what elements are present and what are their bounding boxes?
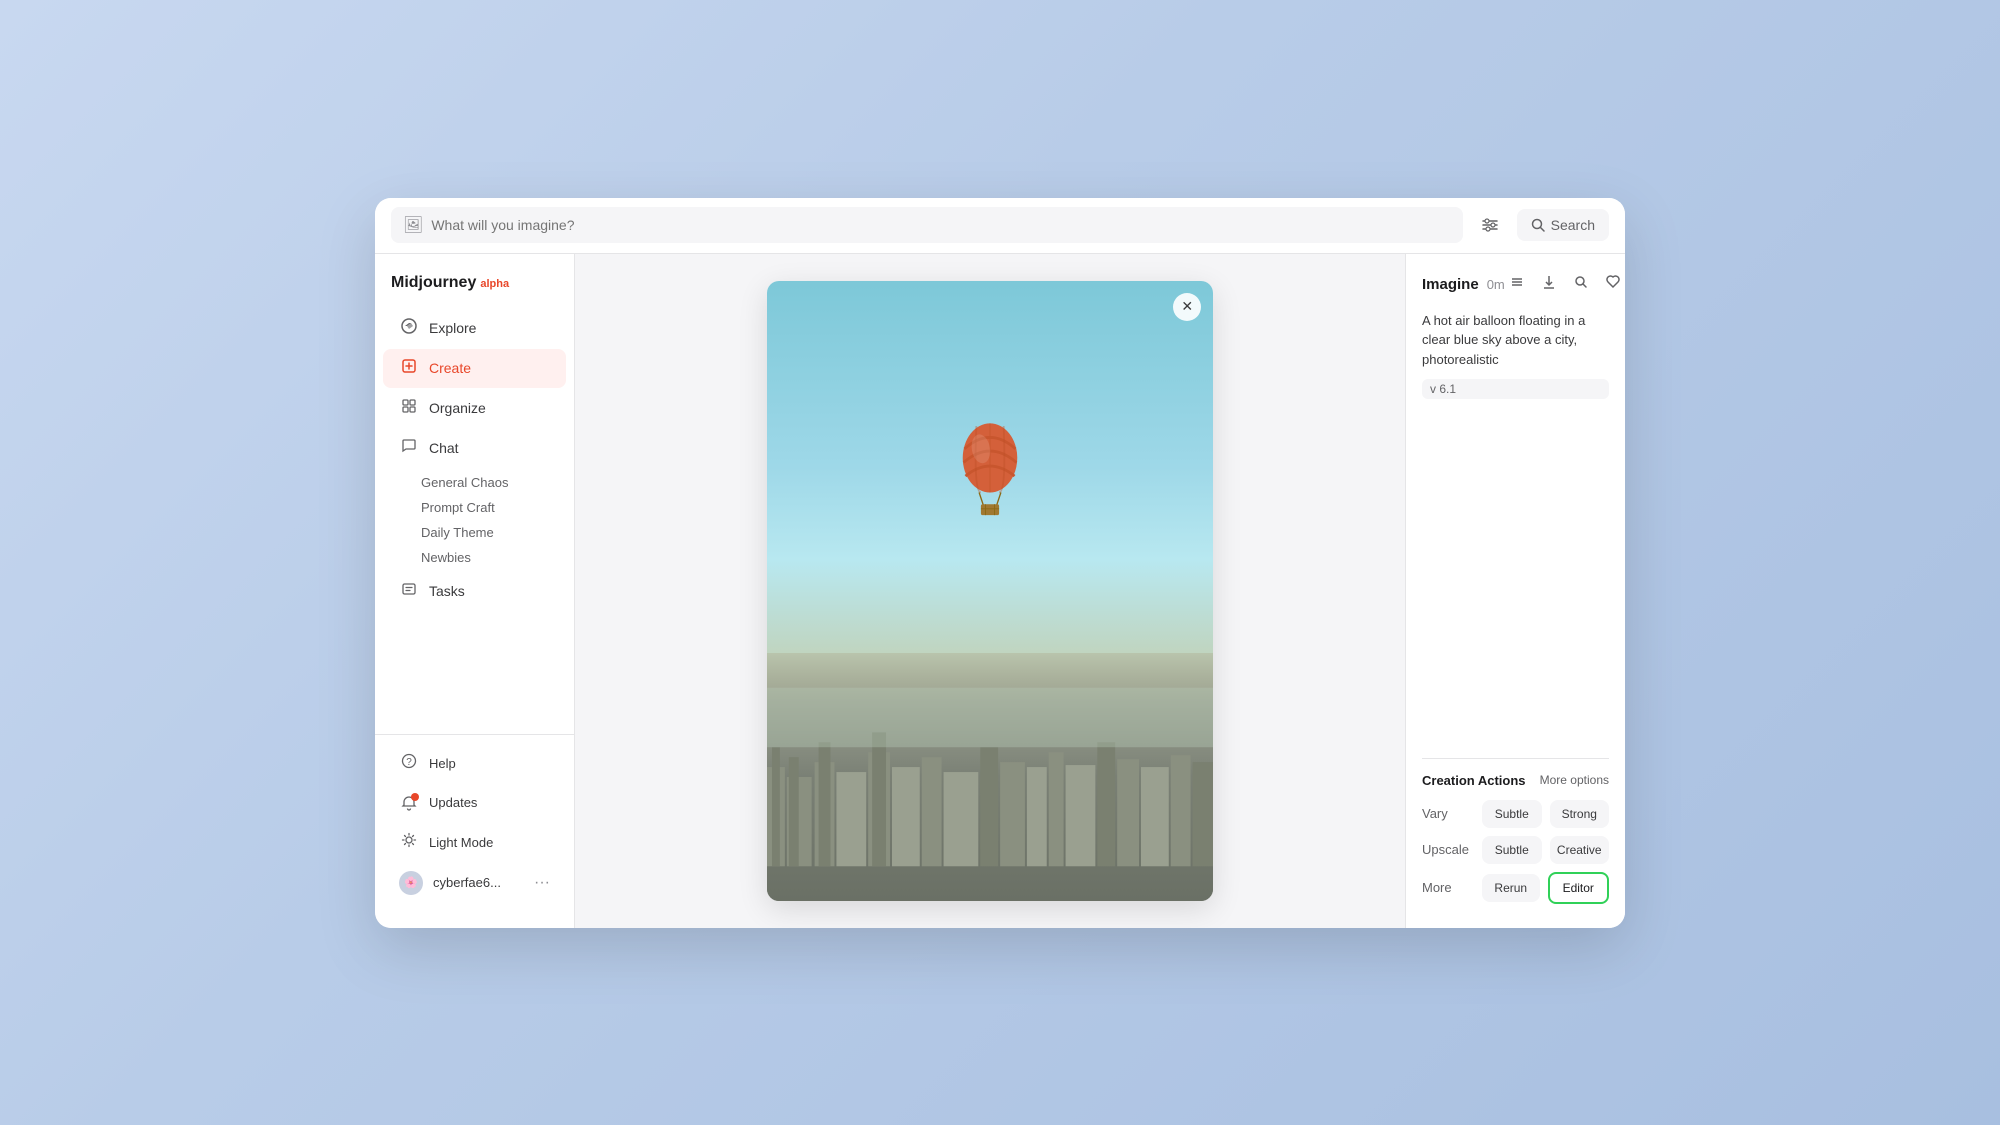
vary-subtle-button[interactable]: Subtle	[1482, 800, 1542, 828]
main-area: ✕	[575, 254, 1625, 928]
search-panel-button[interactable]	[1569, 270, 1593, 299]
panel-time: 0m	[1487, 277, 1505, 292]
create-icon	[399, 358, 419, 379]
sidebar-item-chat[interactable]: Chat	[383, 429, 566, 468]
panel-actions	[1505, 270, 1625, 299]
balloon-image	[767, 281, 1213, 901]
sidebar-item-organize-label: Organize	[429, 400, 486, 416]
sidebar-item-light-mode-label: Light Mode	[429, 835, 493, 850]
sidebar-item-tasks[interactable]: Tasks	[383, 572, 566, 611]
image-icon: 🖼	[403, 215, 423, 235]
user-row[interactable]: 🌸 cyberfae6... ···	[383, 863, 566, 903]
sidebar-item-chat-label: Chat	[429, 440, 459, 456]
body: Midjourney alpha Explore	[375, 254, 1625, 928]
sidebar-item-daily-theme[interactable]: Daily Theme	[411, 520, 566, 545]
version-badge: v 6.1	[1422, 379, 1609, 399]
vary-strong-button[interactable]: Strong	[1550, 800, 1610, 828]
upscale-subtle-button[interactable]: Subtle	[1482, 836, 1542, 864]
notification-dot	[411, 793, 419, 801]
help-icon: ?	[399, 753, 419, 774]
updates-icon-wrap	[399, 793, 419, 813]
header-actions: Search	[1475, 209, 1609, 241]
close-button[interactable]: ✕	[1173, 293, 1201, 321]
city-layer	[767, 653, 1213, 901]
light-mode-icon	[399, 832, 419, 853]
favorite-button[interactable]	[1601, 270, 1625, 299]
creation-actions: Creation Actions More options Vary Subtl…	[1422, 758, 1609, 912]
sidebar-item-light-mode[interactable]: Light Mode	[383, 823, 566, 862]
city-skyline	[767, 653, 1213, 901]
vary-label: Vary	[1422, 806, 1474, 821]
svg-text:?: ?	[406, 757, 412, 768]
prompt-input-wrap[interactable]: 🖼	[391, 207, 1463, 243]
filter-button[interactable]	[1475, 210, 1505, 240]
download-button[interactable]	[1537, 270, 1561, 299]
sidebar-item-updates[interactable]: Updates	[383, 784, 566, 822]
sidebar-item-tasks-label: Tasks	[429, 583, 465, 599]
upscale-row: Upscale Subtle Creative	[1422, 836, 1609, 864]
sidebar-item-create[interactable]: Create	[383, 349, 566, 388]
header: 🖼 Search	[375, 198, 1625, 254]
more-options-button[interactable]: More options	[1540, 773, 1609, 787]
vary-row: Vary Subtle Strong	[1422, 800, 1609, 828]
more-label: More	[1422, 880, 1474, 895]
sidebar-nav: Explore Create	[375, 308, 574, 726]
editor-button[interactable]: Editor	[1548, 872, 1610, 904]
list-view-button[interactable]	[1505, 270, 1529, 299]
sidebar-bottom: ? Help Updates	[375, 734, 574, 912]
compass-icon	[399, 318, 419, 339]
sidebar-item-newbies[interactable]: Newbies	[411, 545, 566, 570]
sidebar-item-updates-label: Updates	[429, 795, 477, 810]
sidebar: Midjourney alpha Explore	[375, 254, 575, 928]
sidebar-item-general-chaos[interactable]: General Chaos	[411, 470, 566, 495]
upscale-creative-button[interactable]: Creative	[1550, 836, 1610, 864]
right-panel: Imagine 0m	[1405, 254, 1625, 928]
more-row: More Rerun Editor	[1422, 872, 1609, 904]
chat-icon	[399, 438, 419, 459]
sidebar-item-explore[interactable]: Explore	[383, 309, 566, 348]
user-more-icon[interactable]: ···	[534, 874, 550, 892]
panel-spacer	[1422, 415, 1609, 758]
image-area: ✕	[575, 254, 1405, 928]
username: cyberfae6...	[433, 875, 524, 890]
prompt-input[interactable]	[431, 217, 1450, 233]
sidebar-item-create-label: Create	[429, 360, 471, 376]
search-label: Search	[1551, 217, 1595, 233]
panel-description: A hot air balloon floating in a clear bl…	[1422, 311, 1609, 370]
panel-header: Imagine 0m	[1422, 270, 1609, 299]
avatar: 🌸	[399, 871, 423, 895]
logo: Midjourney alpha	[375, 270, 574, 308]
sidebar-item-explore-label: Explore	[429, 320, 476, 336]
logo-alpha: alpha	[480, 278, 509, 290]
tasks-icon	[399, 581, 419, 602]
balloon-svg	[950, 417, 1030, 517]
logo-text: Midjourney	[391, 274, 476, 292]
sidebar-item-prompt-craft[interactable]: Prompt Craft	[411, 495, 566, 520]
sidebar-item-organize[interactable]: Organize	[383, 389, 566, 428]
panel-title: Imagine	[1422, 276, 1479, 293]
app-window: 🖼 Search	[375, 198, 1625, 928]
grid-icon	[399, 398, 419, 419]
chat-sub-menu: General Chaos Prompt Craft Daily Theme N…	[411, 470, 566, 570]
creation-actions-header: Creation Actions More options	[1422, 773, 1609, 788]
image-container: ✕	[767, 281, 1213, 901]
upscale-label: Upscale	[1422, 842, 1474, 857]
rerun-button[interactable]: Rerun	[1482, 874, 1540, 902]
sidebar-item-help-label: Help	[429, 756, 456, 771]
search-button[interactable]: Search	[1517, 209, 1609, 241]
creation-actions-title: Creation Actions	[1422, 773, 1526, 788]
sidebar-item-help[interactable]: ? Help	[383, 744, 566, 783]
